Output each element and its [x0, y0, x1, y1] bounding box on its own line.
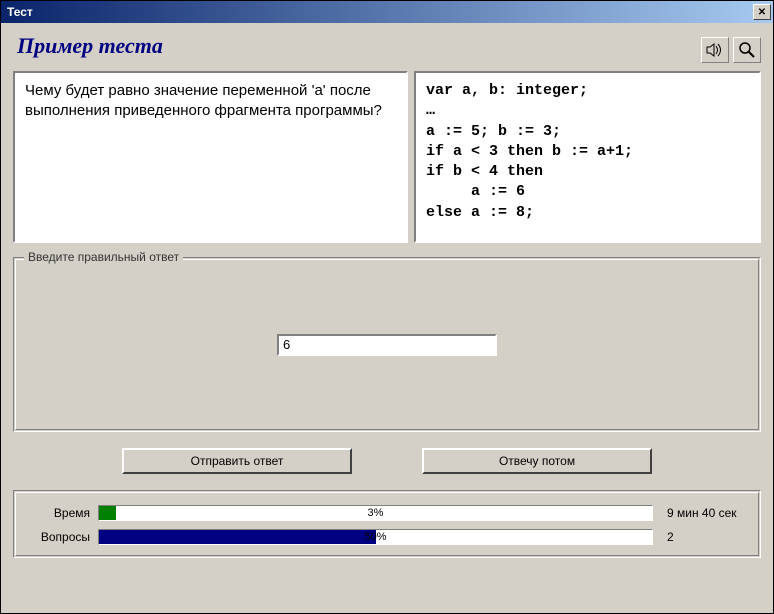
answer-input[interactable] — [277, 334, 497, 356]
zoom-button[interactable] — [733, 37, 761, 63]
question-panel: Чему будет равно значение переменной 'a'… — [13, 71, 408, 243]
close-button[interactable]: ✕ — [753, 4, 771, 20]
time-progress-row: Время 3% 9 мин 40 сек — [28, 505, 746, 521]
answer-legend: Введите правильный ответ — [24, 250, 183, 264]
questions-info: 2 — [661, 530, 746, 544]
speaker-icon — [706, 42, 724, 58]
questions-label: Вопросы — [28, 530, 90, 544]
magnifier-icon — [738, 41, 756, 59]
later-button[interactable]: Отвечу потом — [422, 448, 652, 474]
time-progress-bar: 3% — [98, 505, 653, 521]
time-progress-text: 3% — [99, 506, 652, 520]
close-icon: ✕ — [758, 7, 766, 18]
code-text: var a, b: integer; … a := 5; b := 3; if … — [426, 82, 633, 221]
answer-group: Введите правильный ответ — [13, 257, 761, 432]
questions-progress-bar: 50% — [98, 529, 653, 545]
questions-progress-text: 50% — [99, 530, 652, 544]
titlebar: Тест ✕ — [1, 1, 773, 23]
code-panel: var a, b: integer; … a := 5; b := 3; if … — [414, 71, 761, 243]
submit-button[interactable]: Отправить ответ — [122, 448, 352, 474]
time-label: Время — [28, 506, 90, 520]
time-info: 9 мин 40 сек — [661, 506, 746, 520]
page-title: Пример теста — [13, 33, 163, 59]
questions-progress-row: Вопросы 50% 2 — [28, 529, 746, 545]
question-text: Чему будет равно значение переменной 'a'… — [25, 82, 382, 119]
sound-button[interactable] — [701, 37, 729, 63]
window-title: Тест — [7, 5, 33, 19]
progress-group: Время 3% 9 мин 40 сек Вопросы 50% 2 — [13, 490, 761, 558]
